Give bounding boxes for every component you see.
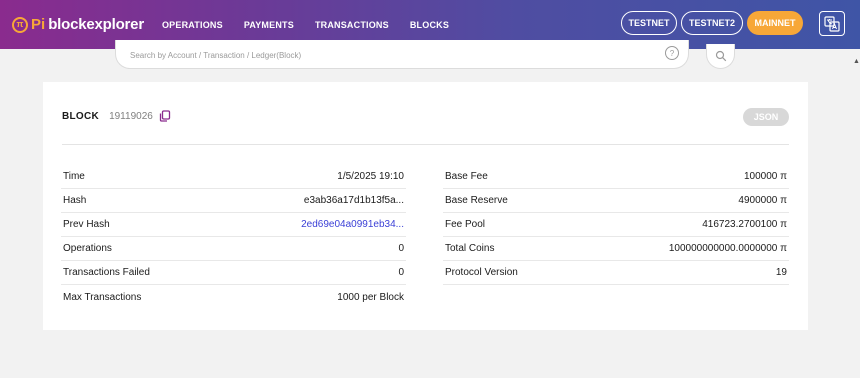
- testnet-button[interactable]: TESTNET: [621, 11, 677, 35]
- block-header: BLOCK 19119026: [62, 110, 171, 122]
- detail-value: 100000000000.0000000 π: [668, 243, 787, 254]
- detail-row-base-fee: Base Fee 100000 π: [443, 165, 789, 189]
- nav-transactions[interactable]: TRANSACTIONS: [315, 20, 389, 30]
- detail-label: Time: [63, 171, 85, 182]
- pi-logo-icon: π: [12, 16, 28, 33]
- prev-hash-link[interactable]: 2ed69e04a0991eb34...: [301, 219, 404, 230]
- brand-name-text: blockexplorer: [48, 16, 144, 33]
- search-input[interactable]: Search by Account / Transaction / Ledger…: [115, 40, 689, 69]
- detail-row-prev-hash: Prev Hash 2ed69e04a0991eb34...: [61, 213, 406, 237]
- detail-row-protocol-version: Protocol Version 19: [443, 261, 789, 285]
- detail-value: 100000 π: [743, 171, 787, 182]
- search-placeholder: Search by Account / Transaction / Ledger…: [130, 51, 302, 60]
- help-icon[interactable]: ?: [665, 46, 679, 60]
- detail-row-base-reserve: Base Reserve 4900000 π: [443, 189, 789, 213]
- search-icon: [715, 50, 726, 62]
- details-right-column: Base Fee 100000 π Base Reserve 4900000 π…: [443, 165, 789, 285]
- detail-label: Hash: [63, 195, 87, 206]
- detail-label: Base Fee: [445, 171, 488, 182]
- copy-icon[interactable]: [159, 110, 171, 122]
- detail-label: Operations: [63, 243, 112, 254]
- detail-row-total-coins: Total Coins 100000000000.0000000 π: [443, 237, 789, 261]
- nav-payments[interactable]: PAYMENTS: [244, 20, 294, 30]
- brand-pi-text: Pi: [31, 16, 46, 33]
- details-left-column: Time 1/5/2025 19:10 Hash e3ab36a17d1b13f…: [61, 165, 406, 309]
- testnet2-button[interactable]: TESTNET2: [681, 11, 743, 35]
- detail-row-hash: Hash e3ab36a17d1b13f5a...: [61, 189, 406, 213]
- detail-value: 0: [398, 243, 404, 254]
- detail-row-operations: Operations 0: [61, 237, 406, 261]
- detail-label: Total Coins: [445, 243, 495, 254]
- scroll-up-icon[interactable]: ▲: [853, 58, 860, 65]
- block-label: BLOCK: [62, 110, 100, 122]
- brand-logo-link[interactable]: π Pi blockexplorer: [12, 16, 144, 33]
- translate-icon[interactable]: [819, 11, 845, 36]
- block-number: 19119026: [109, 110, 153, 122]
- detail-value: 0: [398, 267, 404, 278]
- detail-label: Fee Pool: [445, 219, 486, 230]
- detail-value: 416723.2700100 π: [702, 219, 787, 230]
- detail-label: Prev Hash: [63, 219, 110, 230]
- detail-label: Base Reserve: [445, 195, 508, 206]
- detail-row-max-transactions: Max Transactions 1000 per Block: [61, 285, 406, 309]
- detail-row-fee-pool: Fee Pool 416723.2700100 π: [443, 213, 789, 237]
- nav-blocks[interactable]: BLOCKS: [410, 20, 449, 30]
- search-button[interactable]: [706, 44, 735, 69]
- block-details-card: BLOCK 19119026 JSON Time 1/5/2025 19:10 …: [43, 82, 808, 330]
- detail-value: 19: [775, 267, 787, 278]
- detail-value: 1/5/2025 19:10: [337, 171, 404, 182]
- header-divider: [62, 144, 789, 145]
- detail-label: Protocol Version: [445, 267, 518, 278]
- network-switcher: TESTNET TESTNET2 MAINNET: [621, 11, 807, 35]
- nav-operations[interactable]: OPERATIONS: [162, 20, 223, 30]
- json-button[interactable]: JSON: [743, 108, 789, 126]
- detail-value: e3ab36a17d1b13f5a...: [303, 195, 404, 206]
- detail-value: 1000 per Block: [337, 291, 404, 303]
- mainnet-button[interactable]: MAINNET: [747, 11, 803, 35]
- main-nav: OPERATIONS PAYMENTS TRANSACTIONS BLOCKS: [162, 20, 470, 30]
- detail-row-transactions-failed: Transactions Failed 0: [61, 261, 406, 285]
- detail-row-time: Time 1/5/2025 19:10: [61, 165, 406, 189]
- detail-label: Max Transactions: [63, 291, 142, 303]
- detail-value: 4900000 π: [738, 195, 787, 206]
- detail-label: Transactions Failed: [63, 267, 150, 278]
